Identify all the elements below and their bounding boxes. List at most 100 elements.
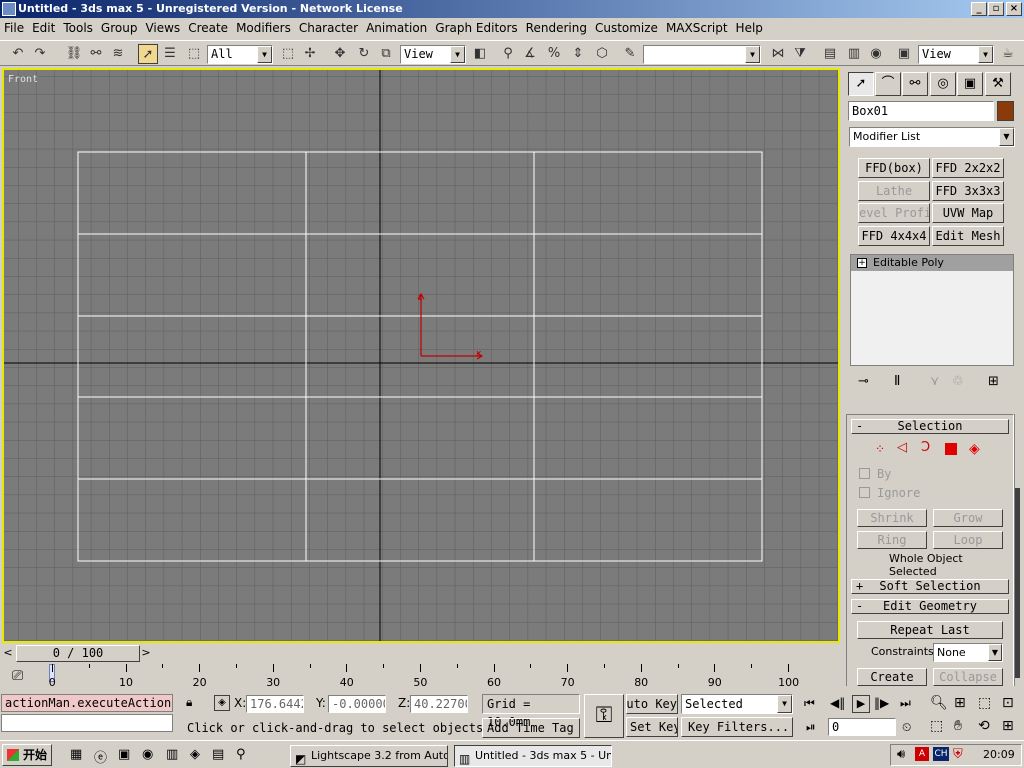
lathe-button[interactable]: Lathe — [858, 181, 930, 201]
expand-icon[interactable]: + — [857, 258, 867, 268]
previous-frame-icon[interactable]: ◀‖ — [830, 696, 845, 710]
object-name-field[interactable]: Box01 — [848, 101, 994, 121]
current-frame-field[interactable]: 0 — [828, 718, 896, 736]
maximize-button[interactable]: ▫ — [988, 2, 1004, 16]
redo-icon[interactable]: ↷ — [30, 44, 50, 64]
play-icon[interactable]: ▶ — [852, 695, 870, 713]
align-icon[interactable]: ⧩ — [790, 44, 810, 64]
maxscript-input-line[interactable] — [1, 714, 173, 732]
y-coordinate-field[interactable]: -0.00000 — [328, 695, 386, 713]
create-button[interactable]: Create — [857, 668, 927, 686]
lock-selection-icon[interactable]: 🔒︎ — [186, 695, 192, 710]
add-time-tag-button[interactable]: Add Time Tag — [482, 718, 580, 738]
menu-create[interactable]: Create — [184, 18, 232, 38]
edit-geometry-rollout-header[interactable]: - Edit Geometry — [851, 599, 1009, 614]
select-object-icon[interactable]: ➚ — [138, 44, 158, 64]
viewport-label[interactable]: Front — [8, 74, 38, 85]
configure-modifier-sets-icon[interactable]: ⊞ — [988, 374, 999, 389]
menu-group[interactable]: Group — [97, 18, 142, 38]
volume-icon[interactable]: 🔊︎ — [897, 747, 905, 762]
menu-rendering[interactable]: Rendering — [522, 18, 591, 38]
track-bar[interactable]: ⎚ 0 10 20 30 40 50 60 70 80 90 100 — [0, 664, 840, 692]
angle-snap-icon[interactable]: ∡ — [520, 44, 540, 64]
reference-coordinate-dropdown[interactable]: View ▼ — [400, 45, 466, 64]
element-subobject-icon[interactable]: ◈ — [969, 441, 980, 457]
bind-space-warp-icon[interactable]: ≋ — [108, 44, 128, 64]
clock[interactable]: 20:09 — [983, 748, 1015, 761]
z-coordinate-field[interactable]: 40.22700 — [410, 695, 468, 713]
select-and-manipulate-icon[interactable]: ✢ — [300, 44, 320, 64]
region-zoom-icon[interactable]: ⬚ — [930, 718, 943, 734]
snap-toggle-icon[interactable]: ⚲ — [498, 44, 518, 64]
set-key-icon[interactable]: ⚿ — [584, 694, 624, 738]
schematic-view-icon[interactable]: ▥ — [844, 44, 864, 64]
display-tab-icon[interactable]: ▣ — [957, 72, 983, 96]
render-scene-icon[interactable]: ▣ — [894, 44, 914, 64]
shrink-button[interactable]: Shrink — [857, 509, 927, 527]
repeat-last-button[interactable]: Repeat Last — [857, 621, 1003, 639]
stack-item-editable-poly[interactable]: + Editable Poly — [851, 255, 1013, 271]
task-lightscape[interactable]: ◩ Lightscape 3.2 from Auto... — [290, 745, 448, 767]
ring-button[interactable]: Ring — [857, 531, 927, 549]
edit-named-selection-icon[interactable]: ⬡ — [592, 44, 612, 64]
key-mode-toggle-icon[interactable]: ⏯ — [806, 720, 816, 735]
quicklaunch-media-icon[interactable]: ◉ — [142, 747, 153, 762]
zoom-icon[interactable]: 🔍︎ — [930, 695, 948, 711]
time-next-icon[interactable]: > — [140, 646, 152, 662]
time-prev-icon[interactable]: < — [2, 646, 14, 662]
uvw-map-button[interactable]: UVW Map — [932, 203, 1004, 223]
ffd-box-button[interactable]: FFD(box) — [858, 158, 930, 178]
select-by-name-icon[interactable]: ☰ — [160, 44, 180, 64]
front-viewport[interactable]: z x Front — [2, 68, 840, 643]
menu-maxscript[interactable]: MAXScript — [662, 18, 732, 38]
menu-help[interactable]: Help — [732, 18, 767, 38]
pivot-point-center-icon[interactable]: ◧ — [470, 44, 490, 64]
pin-stack-icon[interactable]: ⊸ — [858, 374, 869, 389]
vertex-subobject-icon[interactable]: ⁘ — [875, 442, 885, 456]
auto-key-button[interactable]: Auto Key — [626, 694, 678, 714]
arc-rotate-icon[interactable]: ⟲ — [978, 718, 990, 734]
goto-start-icon[interactable]: ⏮ — [804, 696, 815, 711]
ffd-2x2x2-button[interactable]: FFD 2x2x2 — [932, 158, 1004, 178]
edge-subobject-icon[interactable]: ◁ — [897, 440, 907, 455]
zoom-all-icon[interactable]: ⊞ — [954, 695, 966, 711]
quicklaunch-show-desktop-icon[interactable]: ▦ — [70, 747, 82, 762]
named-selection-icon[interactable]: ✎ — [620, 44, 640, 64]
select-and-scale-icon[interactable]: ⧉ — [376, 44, 396, 64]
border-subobject-icon[interactable]: Ͻ — [921, 440, 930, 455]
show-end-result-icon[interactable]: Ⅱ — [894, 374, 900, 389]
set-key-button[interactable]: Set Key — [626, 717, 678, 737]
edit-mesh-button[interactable]: Edit Mesh — [932, 226, 1004, 246]
maxscript-listener-line[interactable]: actionMan.executeAction — [1, 694, 173, 712]
x-coordinate-field[interactable]: 176.6442 — [246, 695, 304, 713]
bevel-profile-button[interactable]: evel Profi — [858, 203, 930, 223]
menu-modifiers[interactable]: Modifiers — [232, 18, 295, 38]
percent-snap-icon[interactable]: % — [544, 44, 564, 64]
menu-customize[interactable]: Customize — [591, 18, 662, 38]
quicklaunch-3dsmax-icon[interactable]: ▥ — [166, 747, 178, 762]
create-tab-icon[interactable]: ➚ — [848, 72, 874, 96]
mirror-icon[interactable]: ⋈ — [768, 44, 788, 64]
menu-views[interactable]: Views — [141, 18, 184, 38]
maximize-viewport-icon[interactable]: ⊞ — [1002, 718, 1014, 734]
zoom-extents-all-icon[interactable]: ⊡ — [1002, 695, 1014, 711]
collapse-button[interactable]: Collapse — [933, 668, 1003, 686]
constraints-dropdown[interactable]: None ▼ — [933, 643, 1003, 662]
rollout-scrollbar[interactable] — [1014, 414, 1020, 686]
minimize-button[interactable]: _ — [971, 2, 987, 16]
quicklaunch-search-icon[interactable]: ⚲ — [236, 747, 246, 762]
object-color-swatch[interactable] — [997, 101, 1014, 121]
select-and-move-icon[interactable]: ✥ — [330, 44, 350, 64]
menu-character[interactable]: Character — [295, 18, 362, 38]
loop-button[interactable]: Loop — [933, 531, 1003, 549]
menu-edit[interactable]: Edit — [28, 18, 59, 38]
menu-graph-editors[interactable]: Graph Editors — [431, 18, 521, 38]
menu-tools[interactable]: Tools — [59, 18, 97, 38]
menu-animation[interactable]: Animation — [362, 18, 431, 38]
selection-rollout-header[interactable]: - Selection — [851, 419, 1009, 434]
next-frame-icon[interactable]: ‖▶ — [874, 696, 889, 710]
quick-render-icon[interactable]: ☕ — [998, 44, 1018, 64]
region-select-icon[interactable]: ⬚ — [184, 44, 204, 64]
modifier-list-dropdown[interactable]: Modifier List ▼ — [849, 127, 1015, 147]
undo-icon[interactable]: ↶ — [8, 44, 28, 64]
